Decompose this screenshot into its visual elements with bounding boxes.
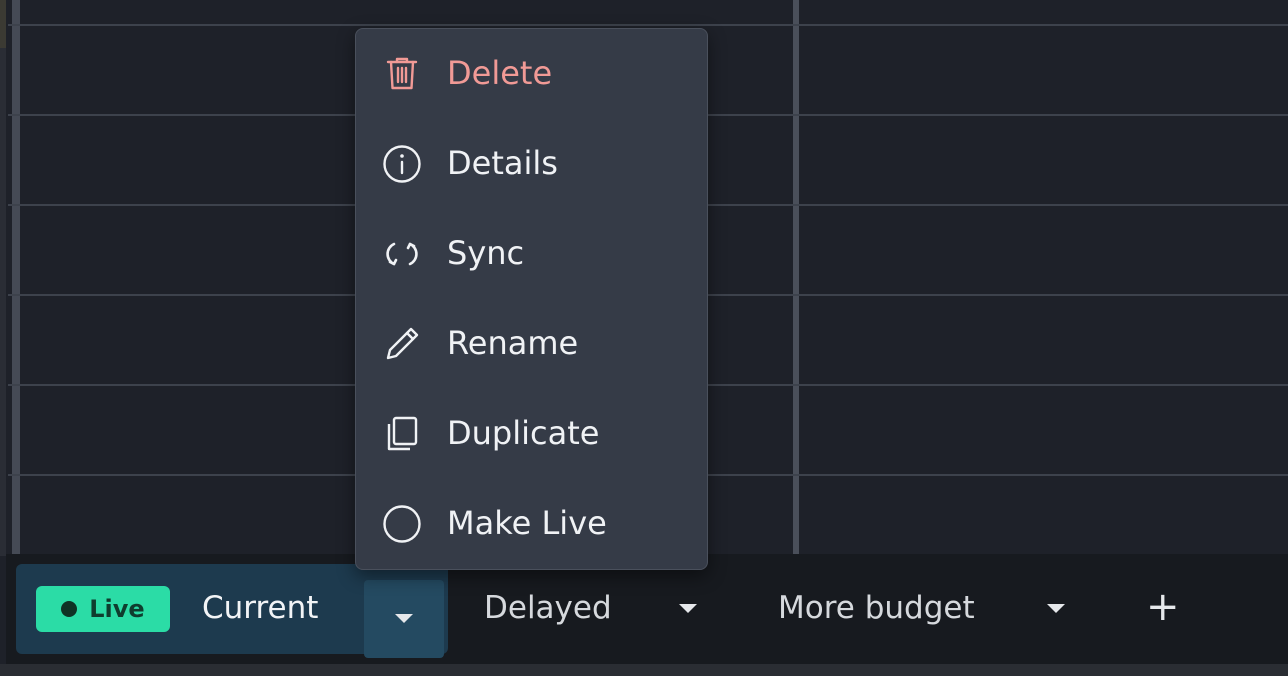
live-badge: Live [36, 586, 170, 632]
circle-icon [383, 505, 421, 543]
menu-item-label: Duplicate [447, 414, 600, 452]
tab-current-menu-button[interactable] [364, 580, 444, 658]
trash-icon [386, 57, 418, 90]
menu-item-label: Details [447, 144, 558, 182]
chevron-down-icon[interactable] [1047, 604, 1065, 613]
live-badge-label: Live [89, 595, 145, 623]
tab-delayed[interactable]: Delayed [484, 590, 612, 626]
budget-tab-bar: Live Current Delayed More budget + [6, 554, 1288, 664]
menu-item-duplicate[interactable]: Duplicate [356, 389, 707, 479]
menu-item-delete[interactable]: Delete [356, 29, 707, 119]
menu-item-label: Make Live [447, 504, 607, 542]
menu-item-label: Sync [447, 234, 525, 272]
tab-current[interactable]: Live Current [16, 564, 448, 658]
live-status-dot [61, 601, 78, 617]
pencil-icon [386, 327, 419, 360]
menu-item-label: Delete [447, 54, 553, 92]
tab-current-label: Current [202, 590, 319, 626]
chevron-down-icon [395, 614, 413, 623]
menu-item-label: Rename [447, 324, 579, 362]
menu-item-sync[interactable]: Sync [356, 209, 707, 299]
copy-icon [387, 416, 418, 451]
grid-column-divider [12, 0, 20, 556]
chevron-down-icon[interactable] [679, 604, 697, 613]
info-icon [383, 145, 421, 183]
menu-item-details[interactable]: Details [356, 119, 707, 209]
menu-item-rename[interactable]: Rename [356, 299, 707, 389]
tab-more-budget[interactable]: More budget [778, 590, 975, 626]
grid-column-divider [793, 0, 799, 556]
grid-row-line [8, 24, 1288, 26]
grid-edge-marker [0, 0, 6, 48]
tab-context-menu: Delete Details Sync Rename Duplicate Mak… [355, 28, 708, 570]
grid-left-edge [0, 0, 6, 556]
status-strip [0, 664, 1288, 676]
menu-item-make-live[interactable]: Make Live [356, 479, 707, 569]
app-window: Live Current Delayed More budget + Delet… [0, 0, 1288, 676]
plus-icon[interactable]: + [1146, 587, 1180, 627]
sync-icon [386, 242, 418, 266]
